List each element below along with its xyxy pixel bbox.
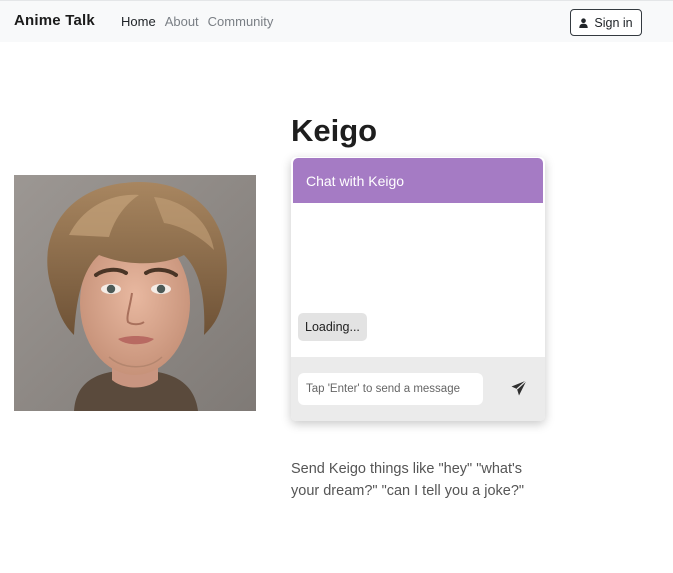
character-name: Keigo [291,113,378,148]
person-icon [579,17,589,28]
chat-message-bubble: Loading... [298,313,367,341]
brand-logo[interactable]: Anime Talk [14,12,95,29]
hint-text: Send Keigo things like "hey" "what's you… [291,461,525,499]
sign-in-label: Sign in [594,15,633,30]
navbar: Anime Talk Home About Community Sign in [0,0,673,42]
chat-widget: Chat with Keigo Loading... [291,157,545,421]
message-input[interactable] [298,373,483,405]
nav-link-community[interactable]: Community [208,14,274,29]
character-avatar [14,175,256,411]
chat-input-bar [291,357,545,421]
nav-link-home[interactable]: Home [121,14,156,29]
send-button[interactable] [508,378,530,400]
nav-links: Home About Community [121,14,282,29]
nav-link-about[interactable]: About [165,14,199,29]
chat-header: Chat with Keigo [293,158,543,203]
sign-in-button[interactable]: Sign in [570,9,642,36]
paper-plane-icon [511,379,527,395]
